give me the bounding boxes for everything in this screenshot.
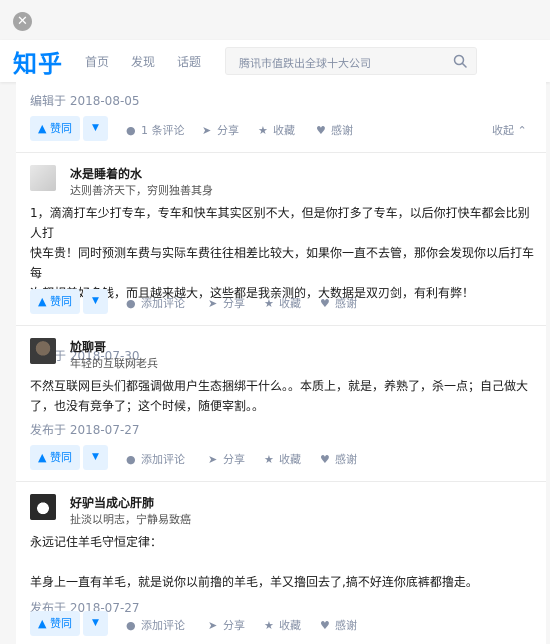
answer-line: 了，也没有竞争了；这个时候，随便宰割。。: [30, 399, 265, 413]
favorite-button[interactable]: ★ 收藏: [258, 122, 295, 138]
heart-icon: ♥: [320, 619, 330, 632]
answer-actions: ▲ 赞同 ▼ ● 添加评论 ➤ 分享 ★ 收藏 ♥ 感谢: [30, 611, 540, 636]
edited-timestamp: 编辑于 2018-08-05: [30, 94, 140, 108]
divider: [16, 325, 546, 326]
comment-button[interactable]: ● 1 条评论: [126, 122, 185, 138]
share-icon: ➤: [208, 619, 218, 632]
favorite-label: 收藏: [279, 453, 301, 466]
thanks-button[interactable]: ♥ 感谢: [320, 295, 357, 311]
collapse-button[interactable]: 收起 ⌃: [492, 122, 527, 138]
thanks-label: 感谢: [335, 453, 357, 466]
nav-discover[interactable]: 发现: [131, 53, 155, 70]
heart-icon: ♥: [320, 453, 330, 466]
upvote-button[interactable]: ▲ 赞同: [30, 611, 80, 636]
answer-content[interactable]: 不然互联网巨头们都强调做用户生态捆绑干什么。。本质上，就是，养熟了，杀一点；自己…: [30, 376, 540, 416]
author-headline: 扯淡以明志，宁静易致癌: [70, 513, 191, 526]
share-button[interactable]: ➤ 分享: [208, 617, 245, 633]
comment-button[interactable]: ● 添加评论: [126, 617, 185, 633]
favorite-button[interactable]: ★ 收藏: [264, 295, 301, 311]
thanks-button[interactable]: ♥ 感谢: [320, 617, 357, 633]
author-headline: 年轻的互联网老兵: [70, 357, 158, 370]
search-icon[interactable]: [453, 54, 467, 68]
avatar[interactable]: [30, 165, 56, 191]
avatar[interactable]: [30, 338, 56, 364]
divider: [16, 152, 546, 153]
comment-icon: ●: [126, 124, 136, 137]
share-icon: ➤: [208, 453, 218, 466]
comment-icon: ●: [126, 619, 136, 632]
comment-button[interactable]: ● 添加评论: [126, 295, 185, 311]
answer-line: 1，滴滴打车少打专车，专车和快车其实区别不大，但是你打多了专车，以后你打快车都会…: [30, 206, 530, 240]
close-icon[interactable]: ✕: [13, 12, 32, 31]
thanks-label: 感谢: [335, 619, 357, 632]
comment-icon: ●: [126, 453, 136, 466]
answer-line: 快车贵！同时预测车费与实际车费往往相差比较大，如果你一直不去管，那你会发现你以后…: [30, 246, 535, 280]
window-chrome: ✕: [0, 0, 550, 40]
star-icon: ★: [258, 124, 268, 137]
heart-icon: ♥: [320, 297, 330, 310]
star-icon: ★: [264, 297, 274, 310]
thanks-label: 感谢: [331, 124, 353, 137]
star-icon: ★: [264, 619, 274, 632]
thanks-button[interactable]: ♥ 感谢: [316, 122, 353, 138]
answer-list: 编辑于 2018-08-05 ▲ 赞同 ▼ ● 1 条评论 ➤ 分享 ★ 收藏 ♥ 感谢…: [16, 82, 546, 644]
search-query: 腾讯市值跌出全球十大公司: [239, 57, 371, 70]
upvote-button[interactable]: ▲ 赞同: [30, 289, 80, 314]
share-icon: ➤: [202, 124, 212, 137]
answer-actions: ▲ 赞同 ▼ ● 添加评论 ➤ 分享 ★ 收藏 ♥ 感谢: [30, 445, 540, 470]
comment-button[interactable]: ● 添加评论: [126, 451, 185, 467]
heart-icon: ♥: [316, 124, 326, 137]
author-name[interactable]: 尬聊哥: [70, 338, 106, 355]
share-button[interactable]: ➤ 分享: [208, 451, 245, 467]
answer-line: [30, 552, 540, 572]
comment-label: 添加评论: [141, 619, 185, 632]
downvote-button[interactable]: ▼: [83, 289, 108, 314]
answer-line: 不然互联网巨头们都强调做用户生态捆绑干什么。。本质上，就是，养熟了，杀一点；自己…: [30, 379, 529, 393]
nav-home[interactable]: 首页: [85, 53, 109, 70]
zhihu-header: 知乎 首页 发现 话题 腾讯市值跌出全球十大公司: [0, 40, 550, 82]
share-button[interactable]: ➤ 分享: [202, 122, 239, 138]
upvote-button[interactable]: ▲ 赞同: [30, 116, 80, 141]
answer-actions: ▲ 赞同 ▼ ● 1 条评论 ➤ 分享 ★ 收藏 ♥ 感谢 收起 ⌃: [30, 116, 540, 141]
downvote-button[interactable]: ▼: [83, 611, 108, 636]
share-label: 分享: [223, 453, 245, 466]
favorite-label: 收藏: [279, 619, 301, 632]
author-name[interactable]: 冰是睡着的水: [70, 165, 142, 182]
answer-line: 羊身上一直有羊毛，就是说你以前撸的羊毛，羊又撸回去了,搞不好连你底裤都撸走。: [30, 575, 478, 589]
share-label: 分享: [223, 619, 245, 632]
divider: [16, 481, 546, 482]
share-button[interactable]: ➤ 分享: [208, 295, 245, 311]
author-headline: 达则善济天下，穷则独善其身: [70, 184, 213, 197]
answer-actions: ▲ 赞同 ▼ ● 添加评论 ➤ 分享 ★ 收藏 ♥ 感谢: [30, 289, 540, 314]
favorite-label: 收藏: [273, 124, 295, 137]
thanks-button[interactable]: ♥ 感谢: [320, 451, 357, 467]
downvote-button[interactable]: ▼: [83, 445, 108, 470]
answer-line: 永远记住羊毛守恒定律：: [30, 535, 163, 549]
share-label: 分享: [223, 297, 245, 310]
avatar[interactable]: [30, 494, 56, 520]
share-icon: ➤: [208, 297, 218, 310]
comment-label: 添加评论: [141, 453, 185, 466]
favorite-label: 收藏: [279, 297, 301, 310]
published-timestamp[interactable]: 发布于 2018-07-27: [30, 421, 140, 438]
share-label: 分享: [217, 124, 239, 137]
answer-content[interactable]: 永远记住羊毛守恒定律： 羊身上一直有羊毛，就是说你以前撸的羊毛，羊又撸回去了,搞…: [30, 532, 540, 592]
answer-content[interactable]: 1，滴滴打车少打专车，专车和快车其实区别不大，但是你打多了专车，以后你打快车都会…: [30, 203, 540, 303]
downvote-button[interactable]: ▼: [83, 116, 108, 141]
favorite-button[interactable]: ★ 收藏: [264, 451, 301, 467]
star-icon: ★: [264, 453, 274, 466]
upvote-button[interactable]: ▲ 赞同: [30, 445, 80, 470]
comment-icon: ●: [126, 297, 136, 310]
search-input[interactable]: 腾讯市值跌出全球十大公司: [225, 47, 477, 75]
nav-topics[interactable]: 话题: [177, 53, 201, 70]
author-name[interactable]: 好驴当成心肝肺: [70, 494, 154, 511]
zhihu-logo[interactable]: 知乎: [13, 44, 63, 79]
thanks-label: 感谢: [335, 297, 357, 310]
favorite-button[interactable]: ★ 收藏: [264, 617, 301, 633]
comment-label: 添加评论: [141, 297, 185, 310]
comment-label: 1 条评论: [141, 124, 185, 137]
